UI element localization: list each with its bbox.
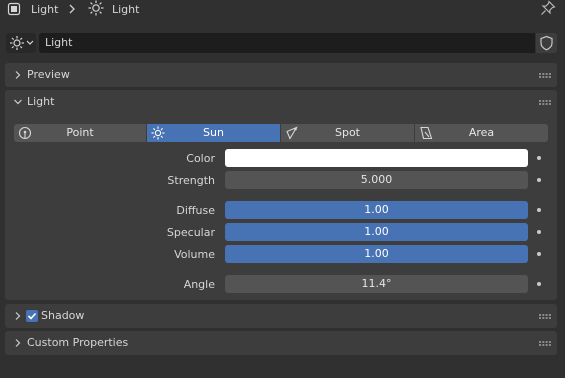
preview-panel[interactable]: Preview: [5, 63, 557, 87]
shadow-checkbox[interactable]: [26, 310, 38, 322]
drag-handle-icon[interactable]: [539, 341, 551, 346]
panel-header[interactable]: Light: [5, 90, 557, 114]
chevron-right-icon: [15, 71, 21, 79]
datablock-name: Light: [45, 36, 73, 49]
panel-title: Preview: [27, 68, 70, 81]
diffuse-value: 1.00: [364, 203, 389, 216]
strength-label: Strength: [167, 174, 215, 187]
panel-header[interactable]: Shadow: [5, 304, 557, 328]
volume-value: 1.00: [364, 247, 389, 260]
light-type-label: Spot: [334, 126, 360, 139]
panel-header[interactable]: Custom Properties: [5, 331, 557, 355]
volume-label: Volume: [174, 248, 215, 261]
animate-property-icon[interactable]: [537, 178, 541, 182]
chevron-right-icon: [15, 339, 21, 347]
properties-header: [0, 0, 565, 22]
strength-field[interactable]: 5.000: [225, 171, 528, 189]
custom-properties-panel[interactable]: Custom Properties: [5, 331, 557, 355]
angle-field[interactable]: 11.4°: [225, 275, 528, 293]
volume-slider[interactable]: 1.00: [225, 245, 528, 263]
pin-icon[interactable]: [540, 0, 556, 16]
light-type-label: Sun: [203, 126, 224, 139]
breadcrumb-separator-icon: [67, 3, 77, 15]
specular-label: Specular: [166, 226, 215, 239]
shadow-panel[interactable]: Shadow: [5, 304, 557, 328]
strength-value: 5.000: [360, 173, 393, 186]
light-type-area-button[interactable]: Area: [415, 124, 548, 142]
diffuse-slider[interactable]: 1.00: [225, 201, 528, 219]
chevron-right-icon: [15, 312, 21, 320]
angle-value: 11.4°: [361, 277, 392, 290]
color-label: Color: [186, 152, 215, 165]
breadcrumb-item[interactable]: Light: [31, 3, 58, 16]
chevron-down-icon: [14, 99, 22, 105]
panel-title: Light: [27, 95, 55, 108]
light-type-label: Point: [66, 126, 94, 139]
chevron-down-icon: [26, 40, 34, 45]
fake-user-button[interactable]: [536, 33, 557, 53]
panel-header[interactable]: Preview: [5, 63, 557, 87]
datablock-browse-button[interactable]: [6, 33, 36, 53]
drag-handle-icon[interactable]: [539, 314, 551, 319]
drag-handle-icon[interactable]: [539, 73, 551, 78]
checkmark-icon: [27, 312, 37, 320]
animate-property-icon[interactable]: [537, 230, 541, 234]
animate-property-icon[interactable]: [537, 282, 541, 286]
datablock-name-field[interactable]: Light: [39, 33, 535, 53]
breadcrumb-item[interactable]: Light: [112, 3, 139, 16]
animate-property-icon[interactable]: [537, 156, 541, 160]
light-panel: Light: [5, 90, 557, 300]
light-type-spot-button[interactable]: Spot: [281, 124, 414, 142]
angle-label: Angle: [183, 278, 215, 291]
animate-property-icon[interactable]: [537, 252, 541, 256]
light-type-sun-button[interactable]: Sun: [147, 124, 280, 142]
light-type-point-button[interactable]: Point: [14, 124, 146, 142]
diffuse-label: Diffuse: [176, 204, 215, 217]
light-data-icon: [7, 2, 21, 16]
specular-slider[interactable]: 1.00: [225, 223, 528, 241]
animate-property-icon[interactable]: [537, 208, 541, 212]
light-type-label: Area: [468, 126, 495, 139]
panel-title: Custom Properties: [27, 336, 129, 349]
shield-icon: [540, 35, 553, 51]
color-swatch[interactable]: [225, 149, 528, 167]
panel-title: Shadow: [41, 309, 85, 322]
sun-icon: [88, 0, 104, 16]
sun-icon: [10, 36, 24, 50]
drag-handle-icon[interactable]: [539, 100, 551, 105]
specular-value: 1.00: [364, 225, 389, 238]
